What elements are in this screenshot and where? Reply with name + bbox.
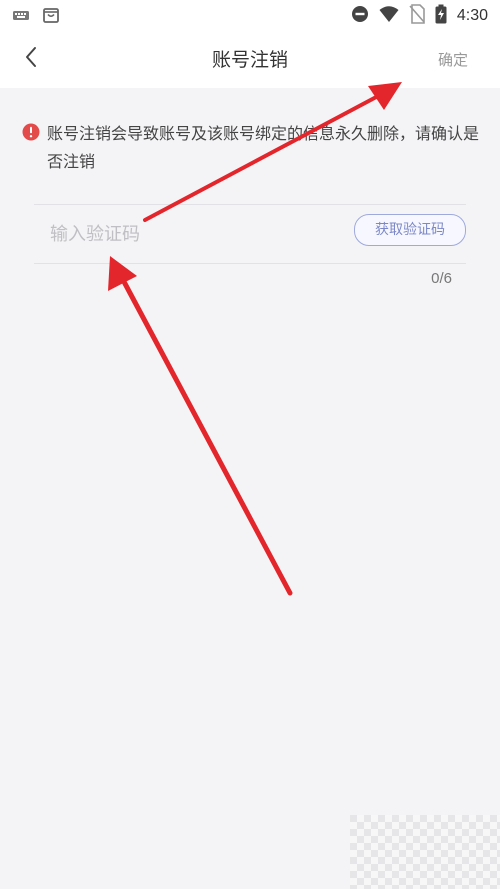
do-not-disturb-icon <box>351 5 369 27</box>
keyboard-icon <box>12 8 30 27</box>
header-bar: 账号注销 确定 <box>0 30 500 88</box>
get-code-button[interactable]: 获取验证码 <box>354 214 466 246</box>
status-bar: 4:30 <box>0 0 500 30</box>
page-title: 账号注销 <box>211 49 288 71</box>
verification-code-row: 获取验证码 <box>34 204 466 264</box>
status-right-icons: 4:30 <box>351 4 488 28</box>
bag-icon <box>42 6 60 28</box>
status-left-icons <box>12 6 60 28</box>
confirm-button[interactable]: 确定 <box>438 49 468 70</box>
status-time: 4:30 <box>456 7 488 24</box>
alert-circle-icon <box>22 123 40 141</box>
no-sim-icon <box>409 4 425 28</box>
arrow-to-code-input <box>108 256 293 596</box>
wifi-icon <box>379 5 399 27</box>
code-length-counter: 0/6 <box>431 270 452 287</box>
warning-message: 账号注销会导致账号及该账号绑定的信息永久删除，请确认是否注销 <box>22 120 482 176</box>
pixelated-watermark <box>350 815 500 889</box>
battery-charging-icon <box>435 4 447 28</box>
warning-text: 账号注销会导致账号及该账号绑定的信息永久删除，请确认是否注销 <box>47 124 480 171</box>
verification-code-input[interactable] <box>48 215 332 253</box>
